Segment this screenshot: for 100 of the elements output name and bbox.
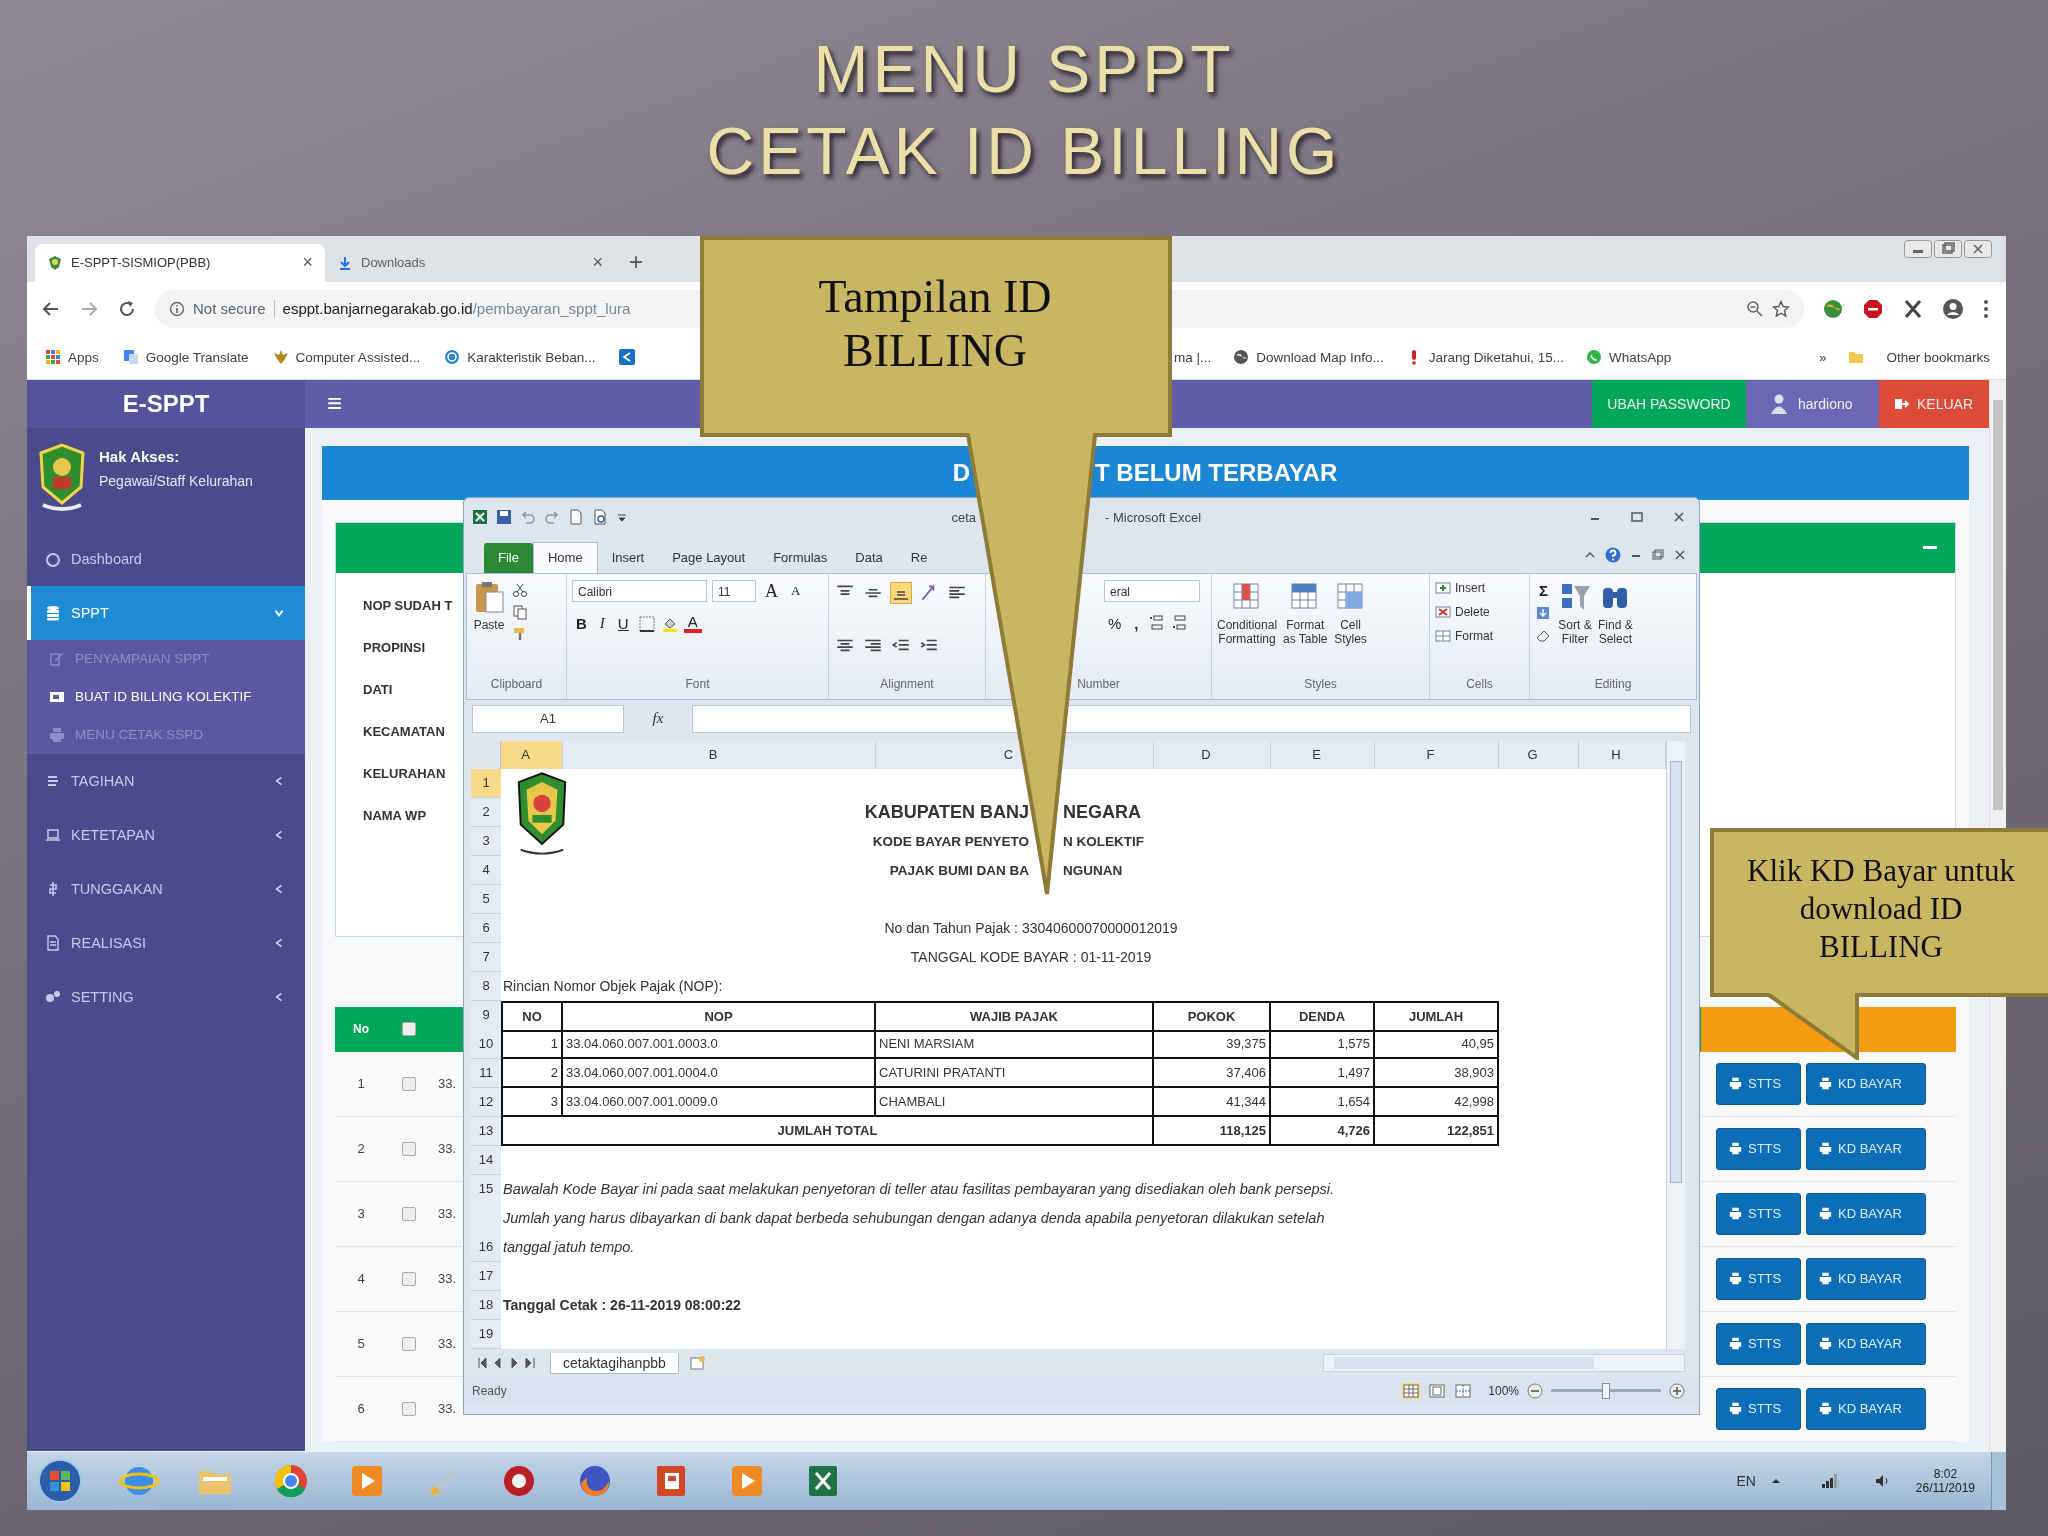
- x-icon[interactable]: [1902, 297, 1924, 320]
- checkbox[interactable]: [401, 1401, 416, 1416]
- bookmark[interactable]: Google Translate: [145, 349, 249, 365]
- copy-icon[interactable]: [512, 604, 528, 620]
- bookmark[interactable]: Computer Assisted...: [295, 349, 421, 365]
- print-button[interactable]: KD BAYAR: [1806, 1062, 1926, 1105]
- row-header[interactable]: 5: [471, 885, 501, 914]
- zoom-in-icon[interactable]: [1669, 1383, 1685, 1399]
- sidebar-item[interactable]: KETETAPAN: [27, 807, 305, 862]
- decrease-decimal-icon[interactable]: [1170, 614, 1189, 632]
- header-button[interactable]: hardiono: [1746, 379, 1879, 428]
- checkbox[interactable]: [401, 1336, 416, 1351]
- cells-button[interactable]: Insert: [1435, 580, 1485, 596]
- column-header[interactable]: B: [563, 741, 876, 769]
- maximize-icon[interactable]: [1629, 509, 1645, 525]
- bookmark[interactable]: Download Map Info...: [1256, 349, 1384, 365]
- editing-button[interactable]: Find & Select: [1598, 580, 1633, 646]
- row-header[interactable]: 7: [471, 943, 501, 972]
- print-button[interactable]: STTS: [1716, 1127, 1801, 1170]
- checkbox[interactable]: [401, 1141, 416, 1156]
- slider-thumb[interactable]: [1602, 1383, 1610, 1399]
- new-file-icon[interactable]: [568, 509, 584, 525]
- checkbox[interactable]: [401, 1076, 416, 1091]
- emblem-icon[interactable]: [272, 349, 289, 366]
- restore-icon[interactable]: [1934, 240, 1962, 258]
- bookmark[interactable]: WhatsApp: [1608, 349, 1672, 365]
- formula-field[interactable]: [692, 705, 1691, 733]
- shrink-font-button[interactable]: A: [787, 583, 805, 599]
- cut-icon[interactable]: [512, 582, 528, 598]
- ribbon-tab[interactable]: Home: [532, 542, 598, 573]
- print-preview-icon[interactable]: [592, 509, 608, 525]
- font-color-button[interactable]: A: [683, 614, 702, 633]
- italic-button[interactable]: I: [595, 615, 609, 632]
- name-box[interactable]: A1: [472, 705, 624, 733]
- help-icon[interactable]: [1605, 546, 1621, 563]
- print-button[interactable]: STTS: [1716, 1322, 1801, 1365]
- ribbon-tab[interactable]: Insert: [597, 543, 659, 573]
- view-icon[interactable]: [1402, 1383, 1421, 1399]
- undo-icon[interactable]: [520, 509, 536, 525]
- print-button[interactable]: KD BAYAR: [1806, 1192, 1926, 1235]
- comma-button[interactable]: ,: [1130, 614, 1143, 632]
- row-header[interactable]: 18: [471, 1291, 501, 1320]
- sidebar-item[interactable]: Dashboard: [27, 531, 305, 586]
- row-header[interactable]: 2: [471, 798, 501, 827]
- cells-button[interactable]: Delete: [1435, 604, 1490, 620]
- ribbon-tab[interactable]: Page Layout: [658, 543, 760, 573]
- language-indicator[interactable]: EN: [1736, 1473, 1756, 1489]
- circle-logo-icon[interactable]: [444, 349, 461, 366]
- ribbon-tab[interactable]: Re: [896, 543, 942, 573]
- print-button[interactable]: KD BAYAR: [1806, 1387, 1926, 1430]
- spreadsheet-icon[interactable]: [472, 509, 488, 525]
- dropdown-icon[interactable]: [616, 511, 628, 523]
- bookmark[interactable]: Karakteristik Beban...: [467, 349, 596, 365]
- browser-tab[interactable]: Downloads ×: [325, 243, 615, 282]
- checkbox[interactable]: [401, 1022, 416, 1037]
- styles-button[interactable]: Cell Styles: [1333, 580, 1368, 646]
- globe-icon[interactable]: [1822, 297, 1844, 320]
- start-button[interactable]: [37, 1458, 83, 1504]
- checkbox[interactable]: [401, 1271, 416, 1286]
- scrollbar[interactable]: [1666, 741, 1685, 1349]
- row-header[interactable]: 15 16: [471, 1175, 501, 1262]
- insert-function-button[interactable]: fx: [628, 705, 688, 733]
- browser-tab[interactable]: E-SPPT-SISMIOP(PBB) ×: [35, 243, 325, 282]
- column-header[interactable]: F: [1375, 741, 1499, 769]
- bookmark[interactable]: Jarang Diketahui, 15...: [1428, 349, 1564, 365]
- editing-button[interactable]: Sort & Filter: [1558, 580, 1592, 646]
- row-header[interactable]: 11: [471, 1059, 501, 1088]
- bookmark[interactable]: Other bookmarks: [1886, 349, 1990, 365]
- fill-icon[interactable]: [1535, 605, 1551, 621]
- row-header[interactable]: 9: [471, 1001, 501, 1032]
- menu-icon[interactable]: [1982, 297, 1990, 320]
- row-header[interactable]: 8: [471, 972, 501, 1001]
- close-icon[interactable]: [1964, 240, 1992, 258]
- clock-time[interactable]: 8:02: [1933, 1467, 1958, 1481]
- print-button[interactable]: KD BAYAR: [1806, 1322, 1926, 1365]
- save-icon[interactable]: [496, 509, 512, 525]
- new-tab-button[interactable]: +: [629, 247, 643, 276]
- print-button[interactable]: STTS: [1716, 1062, 1801, 1105]
- sidebar-item[interactable]: TAGIHAN: [27, 753, 305, 808]
- row-header[interactable]: 19: [471, 1320, 501, 1349]
- ribbon-tab[interactable]: Formulas: [759, 543, 842, 573]
- cells-button[interactable]: Format: [1435, 628, 1493, 644]
- zoom-icon[interactable]: [1746, 299, 1764, 318]
- menu-button[interactable]: ≡: [305, 379, 365, 428]
- apps-icon[interactable]: [45, 349, 61, 366]
- sidebar-item[interactable]: TUNGGAKAN: [27, 861, 305, 916]
- redo-icon[interactable]: [544, 509, 560, 525]
- view-icon[interactable]: [1428, 1383, 1447, 1399]
- row-header[interactable]: 13: [471, 1117, 501, 1146]
- ribbon-tab[interactable]: Data: [841, 543, 897, 573]
- font-size-field[interactable]: 11: [712, 580, 756, 602]
- print-button[interactable]: STTS: [1716, 1387, 1801, 1430]
- styles-button[interactable]: Format as Table: [1283, 580, 1328, 646]
- autosum-button[interactable]: Σ: [1535, 582, 1552, 599]
- underline-button[interactable]: U: [613, 615, 633, 632]
- row-header[interactable]: 4: [471, 856, 501, 885]
- chat-icon[interactable]: [1585, 349, 1602, 366]
- minimize-icon[interactable]: [1904, 240, 1932, 258]
- collapse-icon[interactable]: [1923, 546, 1937, 550]
- header-button[interactable]: KELUAR: [1879, 379, 1989, 428]
